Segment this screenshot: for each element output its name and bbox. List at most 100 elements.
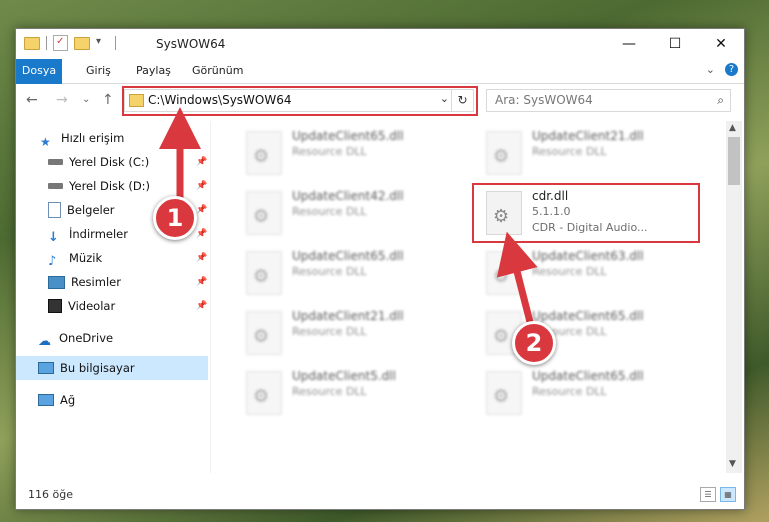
gear-icon: ⚙: [493, 386, 510, 407]
pictures-icon: [48, 275, 65, 289]
gear-icon: ⚙: [253, 146, 270, 167]
drive-icon: [48, 159, 63, 165]
star-icon: ★: [40, 135, 51, 149]
pin-icon: 📌: [196, 181, 208, 191]
sidebar-item-label: Bu bilgisayar: [60, 361, 135, 375]
ribbon-tabs: Dosya Giriş Paylaş Görünüm ⌄ ?: [16, 59, 744, 115]
list-item[interactable]: ⚙ UpdateClient63.dll Resource DLL: [474, 245, 700, 301]
dll-file-icon: ⚙: [486, 371, 522, 415]
list-item[interactable]: ⚙ UpdateClient65.dll Resource DLL: [234, 245, 460, 301]
pin-icon: 📌: [196, 229, 208, 239]
sidebar-item-label: Videolar: [68, 299, 116, 313]
sidebar-item-pictures[interactable]: Resimler: [48, 271, 121, 293]
music-icon: ♪: [48, 254, 57, 269]
dll-file-icon: ⚙: [246, 311, 282, 355]
gear-icon: ⚙: [493, 266, 510, 287]
sidebar-item-label: Belgeler: [67, 203, 115, 217]
sidebar-item-disk-d[interactable]: Yerel Disk (D:): [48, 175, 150, 197]
documents-icon: [48, 202, 61, 218]
back-button[interactable]: ←: [26, 92, 38, 108]
vertical-scrollbar[interactable]: ▲ ▼: [726, 121, 742, 473]
sidebar-item-quick-access[interactable]: ★ Hızlı erişim: [40, 127, 124, 149]
dll-file-icon: ⚙: [246, 191, 282, 235]
help-icon[interactable]: ?: [725, 63, 738, 76]
new-folder-icon[interactable]: [74, 36, 90, 50]
pin-icon: 📌: [196, 205, 208, 215]
list-item[interactable]: ⚙ UpdateClient21.dll Resource DLL: [474, 125, 700, 181]
toolbar-separator: [115, 36, 116, 50]
sidebar-item-disk-c[interactable]: Yerel Disk (C:): [48, 151, 149, 173]
file-highlight-box: [472, 183, 700, 243]
step-marker-1: 1: [153, 196, 197, 240]
list-item[interactable]: ⚙ UpdateClient65.dll Resource DLL: [234, 125, 460, 181]
list-item[interactable]: ⚙ UpdateClient65.dll Resource DLL: [474, 305, 700, 361]
videos-icon: [48, 299, 62, 313]
list-item[interactable]: ⚙ UpdateClient42.dll Resource DLL: [234, 185, 460, 241]
scroll-up-icon[interactable]: ▲: [729, 123, 736, 133]
tab-home[interactable]: Giriş: [78, 59, 119, 83]
search-icon[interactable]: ⌕: [717, 93, 724, 108]
sidebar-item-videos[interactable]: Videolar: [48, 295, 115, 317]
gear-icon: ⚙: [493, 326, 510, 347]
gear-icon: ⚙: [253, 386, 270, 407]
gear-icon: ⚙: [253, 266, 270, 287]
recent-locations-button[interactable]: ⌄: [82, 94, 90, 105]
search-box[interactable]: Ara: SysWOW64 ⌕: [486, 89, 731, 112]
pin-icon: 📌: [196, 277, 208, 287]
details-view-icon[interactable]: ☰: [700, 487, 716, 502]
gear-icon: ⚙: [253, 326, 270, 347]
dll-file-icon: ⚙: [246, 131, 282, 175]
item-count: 116 öğe: [28, 488, 73, 501]
scroll-down-icon[interactable]: ▼: [729, 459, 736, 469]
customize-toolbar-icon[interactable]: ▾: [96, 36, 109, 50]
dll-file-icon: ⚙: [246, 251, 282, 295]
pin-icon: 📌: [196, 253, 208, 263]
dll-file-icon: ⚙: [486, 251, 522, 295]
sidebar-item-label: Hızlı erişim: [61, 131, 125, 145]
file-list: ⚙ UpdateClient65.dll Resource DLL ⚙ Upda…: [224, 121, 724, 473]
list-item[interactable]: ⚙ UpdateClient65.dll Resource DLL: [474, 365, 700, 421]
gear-icon: ⚙: [253, 206, 270, 227]
list-item[interactable]: ⚙ UpdateClient5.dll Resource DLL: [234, 365, 460, 421]
sidebar-item-documents[interactable]: Belgeler: [48, 199, 115, 221]
drive-icon: [48, 183, 63, 189]
sidebar-item-label: İndirmeler: [69, 227, 128, 241]
title-bar: ✓ ▾ SysWOW64 — ☐ ✕: [16, 29, 744, 59]
sidebar-item-music[interactable]: ♪ Müzik: [48, 247, 102, 269]
sidebar-item-label: OneDrive: [59, 331, 114, 345]
sidebar-item-network[interactable]: Ağ: [38, 389, 75, 411]
dll-file-icon: ⚙: [246, 371, 282, 415]
tab-share[interactable]: Paylaş: [128, 59, 179, 83]
status-bar: 116 öğe ☰ ▦: [16, 481, 744, 509]
close-button[interactable]: ✕: [698, 29, 744, 59]
sidebar-item-label: Yerel Disk (D:): [69, 179, 151, 193]
forward-button[interactable]: →: [56, 92, 68, 108]
properties-icon[interactable]: ✓: [53, 35, 68, 51]
download-icon: ↓: [48, 230, 59, 245]
tab-view[interactable]: Görünüm: [184, 59, 251, 83]
pin-icon: 📌: [196, 301, 208, 311]
scroll-thumb[interactable]: [728, 137, 740, 185]
list-item[interactable]: ⚙ UpdateClient21.dll Resource DLL: [234, 305, 460, 361]
sidebar-item-downloads[interactable]: ↓ İndirmeler: [48, 223, 128, 245]
sidebar-item-label: Müzik: [69, 251, 103, 265]
folder-icon: [24, 36, 40, 50]
sidebar-item-onedrive[interactable]: ☁ OneDrive: [38, 327, 113, 349]
minimize-button[interactable]: —: [606, 29, 652, 59]
window-title: SysWOW64: [156, 37, 226, 51]
ribbon-collapse-icon[interactable]: ⌄: [706, 63, 715, 76]
navigation-pane: ★ Hızlı erişim Yerel Disk (C:) 📌 Yerel D…: [16, 121, 211, 473]
pin-icon: 📌: [196, 157, 208, 167]
toolbar-separator: [46, 36, 47, 50]
up-button[interactable]: ↑: [102, 92, 114, 108]
sidebar-item-this-pc[interactable]: Bu bilgisayar: [38, 357, 135, 379]
sidebar-item-label: Ağ: [60, 393, 76, 407]
gear-icon: ⚙: [493, 146, 510, 167]
onedrive-icon: ☁: [38, 334, 51, 349]
computer-icon: [38, 362, 54, 374]
tiles-view-icon[interactable]: ▦: [720, 487, 736, 502]
dll-file-icon: ⚙: [486, 131, 522, 175]
maximize-button[interactable]: ☐: [652, 29, 698, 59]
step-marker-2: 2: [512, 321, 556, 365]
sidebar-item-label: Yerel Disk (C:): [69, 155, 150, 169]
